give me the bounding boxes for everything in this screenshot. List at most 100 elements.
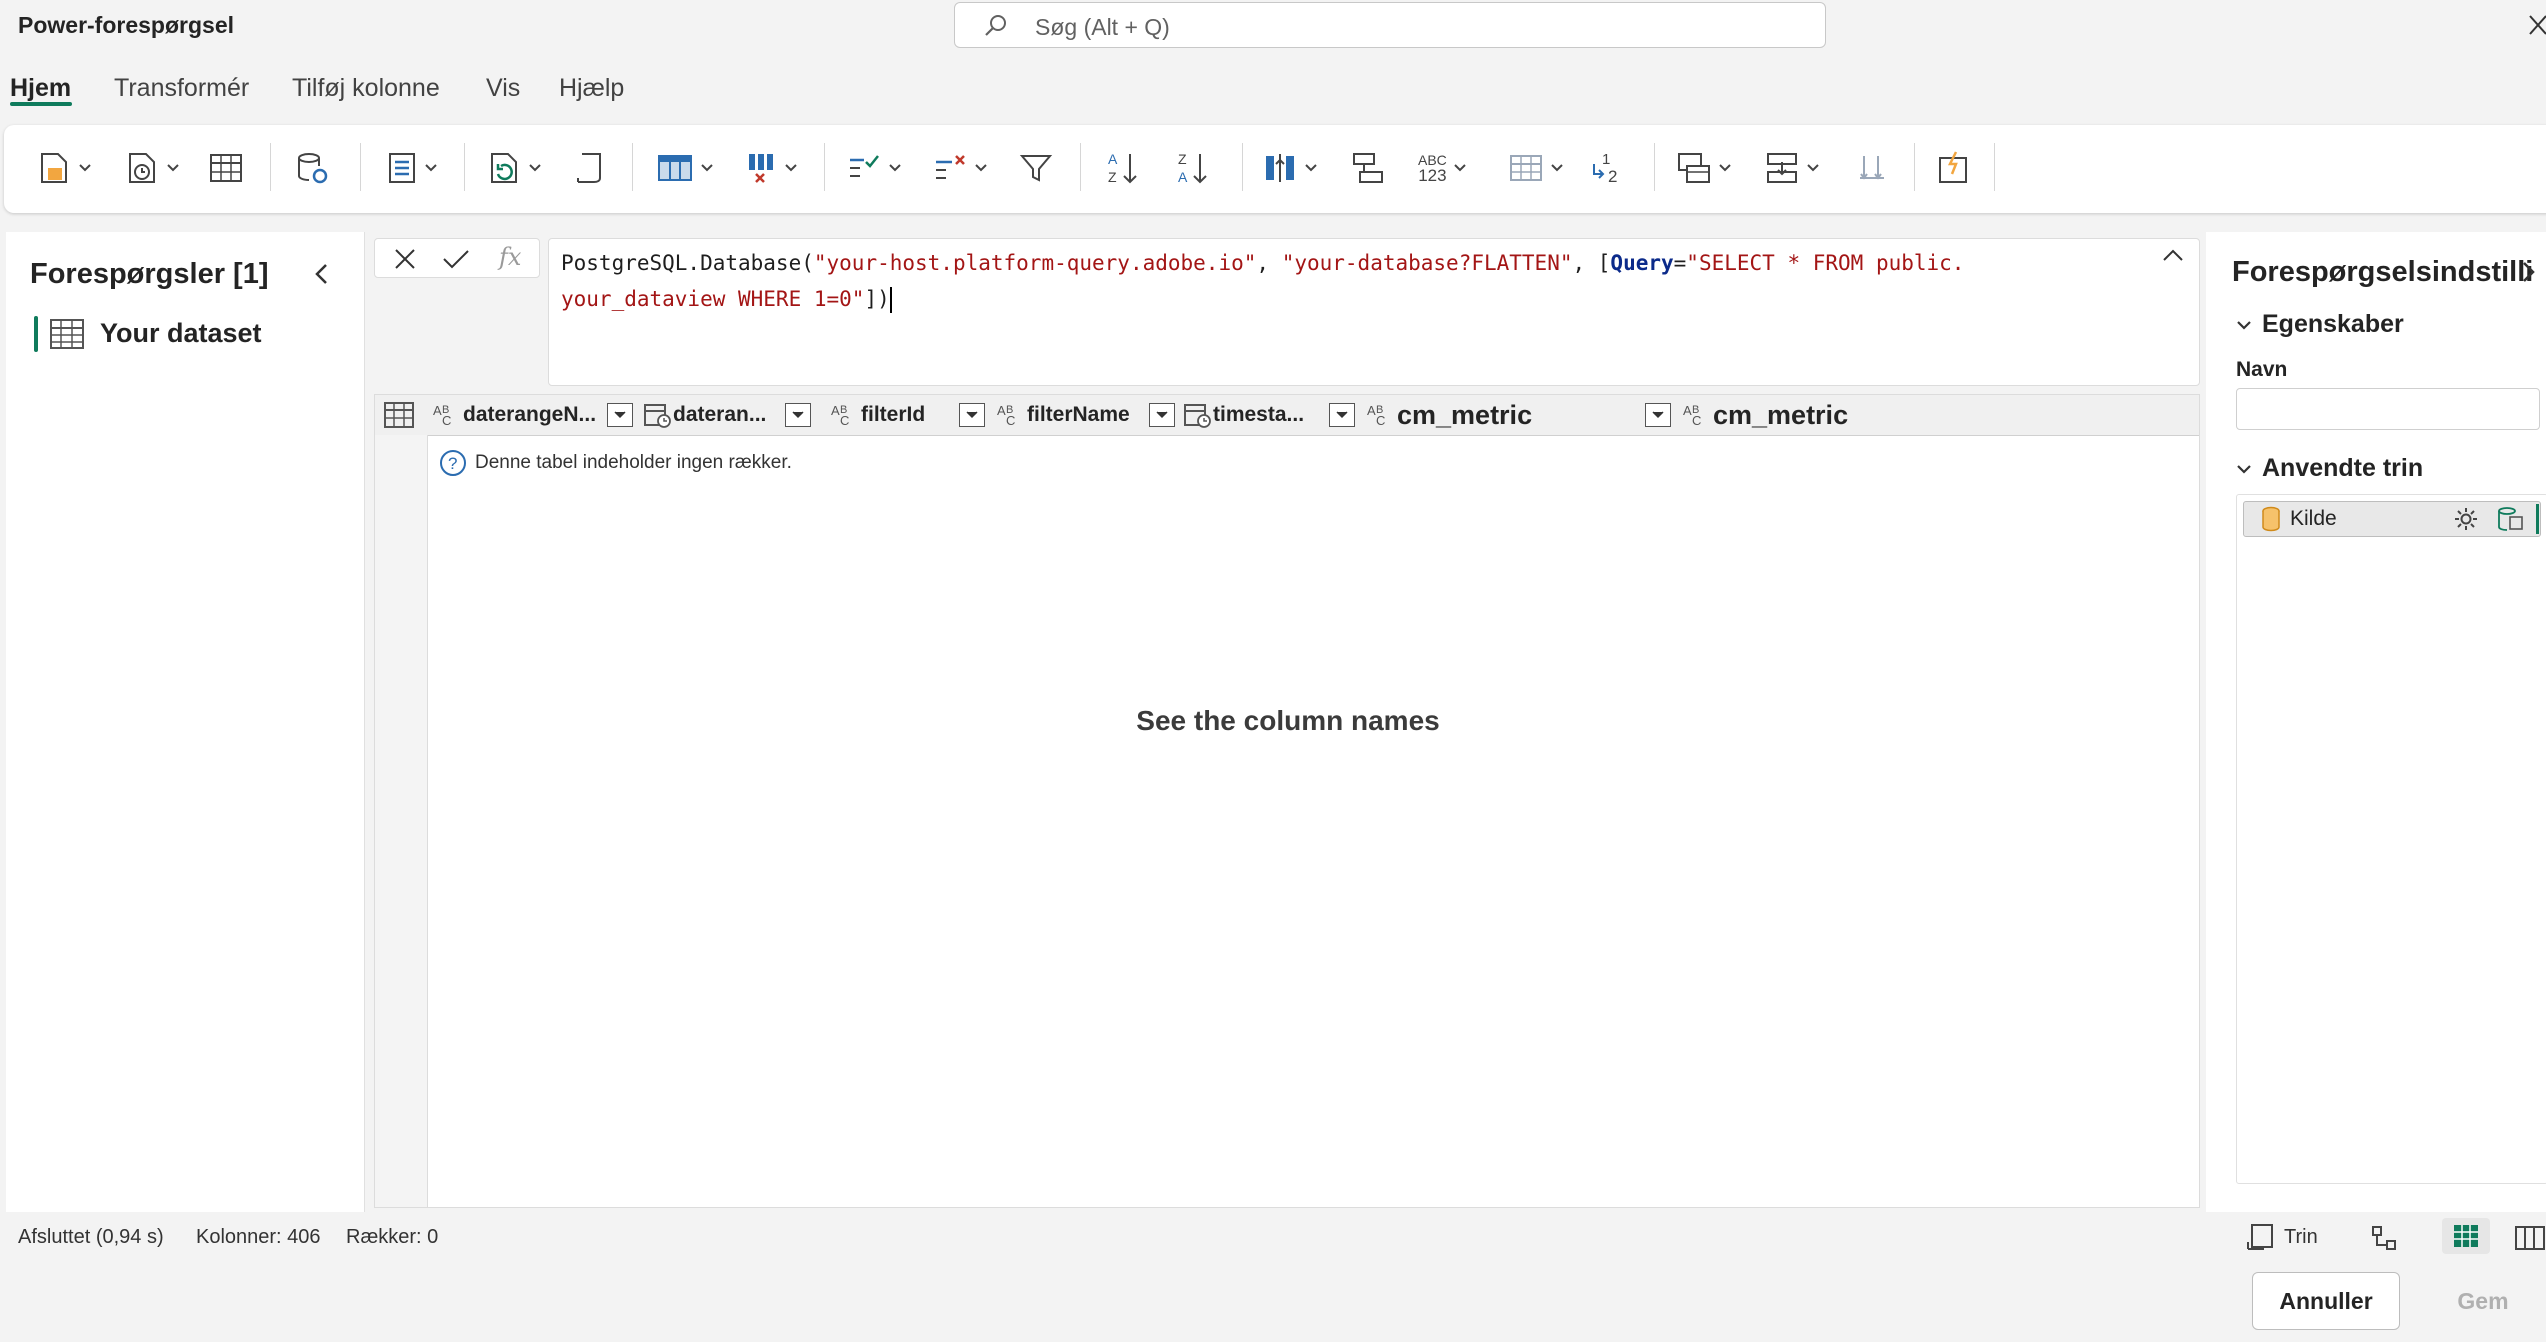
use-first-row-icon [1508, 150, 1544, 186]
svg-text:B: B [840, 404, 847, 416]
confirm-formula-icon[interactable] [441, 247, 471, 271]
refresh-button[interactable] [488, 145, 542, 191]
column-dropdown-button[interactable] [607, 403, 633, 427]
status-rows: Rækker: 0 [346, 1226, 439, 1248]
column-dropdown-button[interactable] [1645, 403, 1671, 427]
query-settings-title: Forespørgselsindstillinger [2232, 256, 2532, 288]
insights-button[interactable] [1936, 145, 1972, 191]
choose-columns-button[interactable] [656, 145, 714, 191]
chevron-right-icon[interactable] [2518, 260, 2538, 284]
chevron-down-icon [2236, 319, 2252, 331]
combine-files-icon [1854, 150, 1890, 186]
formula-text[interactable]: PostgreSQL.Database("your-host.platform-… [561, 245, 2121, 317]
query-name-field[interactable] [2236, 388, 2540, 430]
recent-sources-button[interactable] [126, 145, 180, 191]
column-header[interactable]: dateran... [643, 395, 773, 435]
column-dropdown-button[interactable] [1329, 403, 1355, 427]
column-header[interactable]: ACB daterangeN... [431, 395, 611, 435]
data-type-button[interactable]: ABC 123 [1418, 145, 1467, 191]
enter-data-button[interactable] [208, 145, 244, 191]
tab-vis[interactable]: Vis [486, 74, 520, 103]
column-header[interactable]: ACB cm_metric [1681, 395, 1981, 435]
query-item-your-dataset[interactable]: Your dataset [34, 312, 354, 356]
data-view-toggle[interactable] [2442, 1218, 2490, 1254]
ribbon-separator [1242, 143, 1243, 191]
schema-view-icon[interactable] [2514, 1224, 2546, 1252]
sort-descending-icon: ZA [1174, 148, 1210, 188]
split-column-button[interactable] [1262, 145, 1318, 191]
chevron-up-icon[interactable] [2161, 247, 2185, 263]
tab-hjaelp[interactable]: Hjælp [559, 74, 624, 103]
step-query-icon[interactable] [2496, 505, 2526, 533]
diagram-view-icon[interactable] [2370, 1224, 2398, 1252]
refresh-icon [488, 150, 522, 186]
replace-values-icon: 12 [1588, 150, 1624, 186]
sort-ascending-icon: AZ [1104, 148, 1140, 188]
remove-rows-button[interactable] [932, 145, 988, 191]
column-name: daterangeN... [463, 403, 597, 426]
active-tab-indicator [10, 102, 72, 106]
cancel-button[interactable]: Annuller [2252, 1272, 2400, 1330]
datasource-settings-button[interactable] [294, 145, 330, 191]
enter-data-icon [208, 150, 244, 186]
column-header[interactable]: ACB filterName [995, 395, 1165, 435]
column-dropdown-button[interactable] [785, 403, 811, 427]
properties-label: Egenskaber [2262, 310, 2404, 338]
data-type-icon: ABC 123 [1418, 152, 1447, 185]
group-by-button[interactable] [1350, 145, 1386, 191]
tab-transformer[interactable]: Transformér [114, 74, 249, 103]
column-header[interactable]: timesta... [1183, 395, 1323, 435]
formula-query-arg: "SELECT * FROM public. [1686, 251, 1965, 275]
column-name: filterName [1027, 403, 1130, 426]
applied-steps-section-header[interactable]: Anvendte trin [2236, 454, 2423, 483]
new-query-button[interactable] [38, 145, 92, 191]
text-type-icon: ACB [829, 401, 861, 429]
tab-hjem[interactable]: Hjem [10, 74, 71, 103]
chevron-down-icon [78, 163, 92, 173]
column-dropdown-button[interactable] [1149, 403, 1175, 427]
search-box[interactable]: Søg (Alt + Q) [954, 2, 1826, 48]
steps-view-button[interactable]: Trin [2246, 1222, 2318, 1252]
ribbon-separator [1080, 143, 1081, 191]
chevron-left-icon[interactable] [312, 262, 332, 286]
sort-ascending-button[interactable]: AZ [1104, 145, 1140, 191]
use-first-row-button[interactable] [1508, 145, 1564, 191]
sort-descending-button[interactable]: ZA [1174, 145, 1210, 191]
svg-text:B: B [1692, 404, 1699, 416]
applied-step-item[interactable]: Kilde [2243, 501, 2541, 537]
ribbon-separator [1994, 143, 1995, 191]
applied-step-label: Kilde [2290, 507, 2337, 530]
column-header[interactable]: ACB filterId [829, 395, 959, 435]
properties-section-header[interactable]: Egenskaber [2236, 310, 2404, 339]
ribbon-separator [270, 143, 271, 191]
formula-controls: fx [374, 238, 540, 278]
chevron-down-icon [1718, 163, 1732, 173]
chevron-down-icon [1806, 163, 1820, 173]
filter-button[interactable] [1018, 145, 1054, 191]
remove-columns-button[interactable] [744, 145, 798, 191]
formula-editor[interactable]: PostgreSQL.Database("your-host.platform-… [548, 238, 2200, 386]
table-menu-icon[interactable] [383, 401, 415, 429]
gear-icon[interactable] [2452, 505, 2480, 533]
merge-queries-button[interactable] [1676, 145, 1732, 191]
fx-icon[interactable]: fx [499, 243, 521, 271]
app-title: Power-forespørgsel [18, 12, 234, 38]
status-columns: Kolonner: 406 [196, 1226, 321, 1248]
choose-columns-icon [656, 150, 694, 186]
svg-text:?: ? [448, 454, 457, 473]
save-button[interactable]: Gem [2420, 1272, 2546, 1330]
column-header[interactable]: ACB cm_metric [1365, 395, 1655, 435]
append-queries-button[interactable] [1764, 145, 1820, 191]
combine-files-button[interactable] [1854, 145, 1890, 191]
search-placeholder: Søg (Alt + Q) [1035, 14, 1170, 40]
cancel-formula-icon[interactable] [393, 247, 417, 271]
status-bar: Afsluttet (0,94 s) Kolonner: 406 Rækker:… [0, 1216, 2546, 1256]
keep-rows-button[interactable] [846, 145, 902, 191]
close-icon[interactable] [2528, 12, 2546, 38]
tab-tilfoej-kolonne[interactable]: Tilføj kolonne [292, 74, 440, 103]
replace-values-button[interactable]: 12 [1588, 145, 1624, 191]
properties-button[interactable] [574, 145, 608, 191]
column-dropdown-button[interactable] [959, 403, 985, 427]
ribbon-separator [1654, 143, 1655, 191]
manage-parameters-button[interactable] [386, 145, 438, 191]
